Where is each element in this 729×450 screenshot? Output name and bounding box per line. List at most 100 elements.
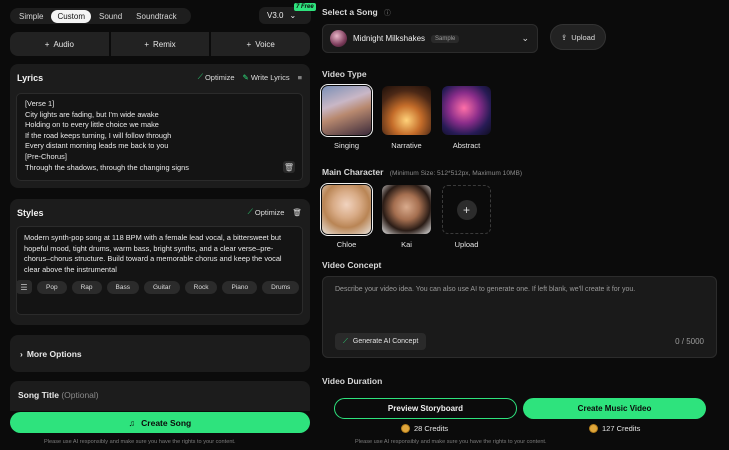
plus-icon: + xyxy=(44,39,50,49)
character-options: Chloe Kai + Upload xyxy=(320,183,491,249)
chevron-right-icon: › xyxy=(20,348,23,359)
right-panel: Select a Song ⓘ Midnight Milkshakes Samp… xyxy=(318,0,729,450)
create-song-button[interactable]: ♫ Create Song xyxy=(10,412,310,433)
lyrics-line: Through the shadows, through the changin… xyxy=(25,162,189,172)
chevron-down-icon: ⌄ xyxy=(521,33,529,43)
add-remix-button[interactable]: + Remix xyxy=(110,32,210,56)
song-title-section: Song Title (Optional) xyxy=(10,381,310,411)
tag-guitar[interactable]: Guitar xyxy=(143,280,180,294)
lyrics-line: [Pre-Chorus] xyxy=(25,151,67,161)
kai-label: Kai xyxy=(401,240,412,249)
create-music-video-button[interactable]: Create Music Video xyxy=(523,398,706,419)
video-duration-label: Video Duration xyxy=(322,376,383,386)
video-concept-label: Video Concept xyxy=(322,260,382,270)
wand-icon: ⟋ xyxy=(343,337,348,345)
preview-credits: 28 Credits xyxy=(401,424,448,433)
lyrics-line: Holding on to every little choice we mak… xyxy=(25,120,159,130)
tag-pop[interactable]: Pop xyxy=(37,280,67,294)
upload-character-label: Upload xyxy=(454,240,479,249)
tab-simple[interactable]: Simple xyxy=(13,10,49,23)
more-options-toggle[interactable]: › More Options xyxy=(10,335,310,372)
add-audio-button[interactable]: + Audio xyxy=(10,32,109,56)
plus-icon: + xyxy=(144,39,149,49)
abstract-label: Abstract xyxy=(452,141,481,150)
tab-soundtrack[interactable]: Soundtrack xyxy=(130,10,182,23)
optimize-label: Optimize xyxy=(254,207,285,217)
song-select[interactable]: Midnight Milkshakes Sample ⌄ xyxy=(322,24,538,53)
chloe-label: Chloe xyxy=(336,240,357,249)
select-song-label: Select a Song ⓘ xyxy=(322,7,391,17)
trash-icon[interactable]: 🗑 xyxy=(292,208,302,217)
video-type-abstract[interactable]: Abstract xyxy=(442,86,491,150)
format-icon[interactable]: ≡ xyxy=(298,73,302,82)
preview-credits-text: 28 Credits xyxy=(414,424,449,433)
write-lyrics-button[interactable]: ✎ Write Lyrics xyxy=(243,73,290,82)
tag-piano[interactable]: Piano xyxy=(222,280,258,294)
character-upload[interactable]: + Upload xyxy=(442,185,491,249)
lyrics-actions: ⟋ Optimize ✎ Write Lyrics ≡ xyxy=(198,72,302,82)
upload-label: Upload xyxy=(571,32,596,42)
preview-storyboard-button[interactable]: Preview Storyboard xyxy=(334,398,517,419)
styles-textarea[interactable]: Modern synth-pop song at 118 BPM with a … xyxy=(16,226,303,315)
singing-thumbnail xyxy=(320,84,373,137)
list-icon[interactable]: ☰ xyxy=(16,280,32,294)
abstract-thumbnail xyxy=(442,86,491,135)
video-concept-textarea[interactable]: Describe your video idea. You can also u… xyxy=(322,276,717,358)
lyrics-panel: Lyrics ⟋ Optimize ✎ Write Lyrics ≡ [Vers… xyxy=(10,64,310,188)
tag-rap[interactable]: Rap xyxy=(71,280,102,294)
tab-custom[interactable]: Custom xyxy=(51,9,92,23)
chevron-down-icon: ⌄ xyxy=(289,11,297,20)
add-voice-label: Voice xyxy=(255,39,275,49)
select-song-text: Select a Song xyxy=(322,7,378,17)
main-character-hint: (Minimum Size: 512*512px, Maximum 10MB) xyxy=(389,170,523,177)
sample-badge: Sample xyxy=(431,34,460,43)
video-type-label: Video Type xyxy=(322,69,367,79)
lyrics-line: If the road keeps turning, I will follow… xyxy=(25,130,172,140)
disclaimer-text: Please use AI responsibly and make sure … xyxy=(355,439,547,445)
styles-text: Modern synth-pop song at 118 BPM with a … xyxy=(24,233,282,274)
create-song-label: Create Song xyxy=(141,417,192,428)
pen-icon: ✎ xyxy=(242,72,249,82)
video-type-options: Singing Narrative Abstract xyxy=(320,84,491,150)
lyrics-textarea[interactable]: [Verse 1] City lights are fading, but I'… xyxy=(16,93,303,181)
lyrics-optimize-button[interactable]: ⟋ Optimize xyxy=(198,72,235,82)
lyrics-line: [Verse 1] xyxy=(25,99,55,108)
upload-character-box: + xyxy=(442,185,491,234)
tag-rock[interactable]: Rock xyxy=(184,280,218,294)
write-lyrics-label: Write Lyrics xyxy=(250,72,290,82)
lyrics-line: Every distant morning leads me back to y… xyxy=(25,141,169,151)
kai-avatar xyxy=(382,185,431,234)
tag-drums[interactable]: Drums xyxy=(262,280,300,294)
music-note-icon: ♫ xyxy=(128,417,136,428)
more-options-label: More Options xyxy=(26,348,82,359)
add-voice-button[interactable]: + Voice xyxy=(211,32,311,56)
song-title-label: Song Title xyxy=(18,390,59,400)
song-name: Midnight Milkshakes xyxy=(353,34,426,43)
plus-icon: + xyxy=(246,39,252,49)
video-type-singing[interactable]: Singing xyxy=(320,84,373,150)
disclaimer-text: Please use AI responsibly and make sure … xyxy=(44,439,236,445)
lyrics-title: Lyrics xyxy=(17,73,44,83)
plus-icon: + xyxy=(456,199,477,220)
help-icon[interactable]: ⓘ xyxy=(384,10,391,17)
wand-icon: ⟋ xyxy=(197,72,203,81)
tag-bass[interactable]: Bass xyxy=(106,280,139,294)
add-remix-label: Remix xyxy=(153,39,176,49)
styles-actions: ⟋ Optimize 🗑 xyxy=(248,207,302,217)
main-character-text: Main Character xyxy=(322,167,384,177)
character-chloe[interactable]: Chloe xyxy=(320,183,373,249)
coin-icon xyxy=(589,424,598,433)
generate-concept-button[interactable]: ⟋ Generate AI Concept xyxy=(335,333,427,350)
free-badge: 7 Free xyxy=(294,3,316,11)
singing-label: Singing xyxy=(333,141,360,150)
optimize-label: Optimize xyxy=(204,72,235,82)
trash-icon[interactable]: 🗑 xyxy=(283,161,295,173)
tab-sound[interactable]: Sound xyxy=(93,10,128,23)
upload-song-button[interactable]: ⇪ Upload xyxy=(550,24,606,50)
styles-panel: Styles ⟋ Optimize 🗑 Modern synth-pop son… xyxy=(10,199,310,325)
styles-optimize-button[interactable]: ⟋ Optimize xyxy=(248,207,285,217)
video-credits-text: 127 Credits xyxy=(602,424,641,433)
version-label: V3.0 xyxy=(267,11,284,20)
video-type-narrative[interactable]: Narrative xyxy=(382,86,431,150)
character-kai[interactable]: Kai xyxy=(382,185,431,249)
